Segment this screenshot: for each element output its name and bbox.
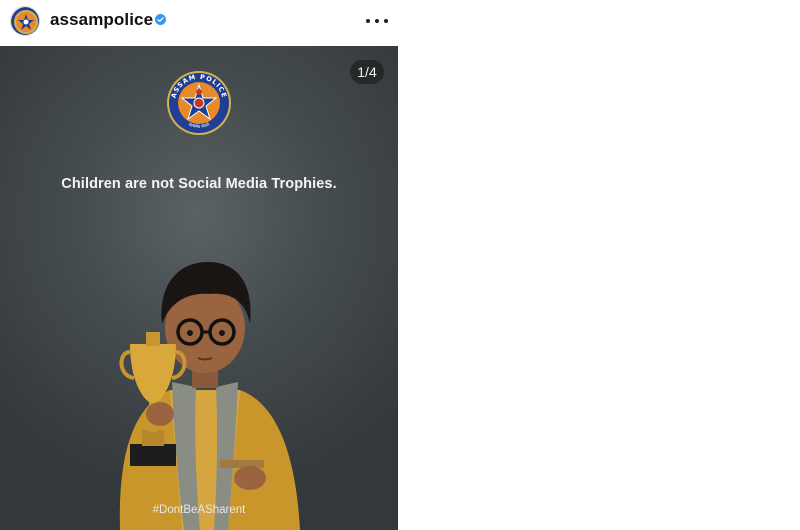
instagram-post: assampolice 1/4 ASSAM POLICE सत्यमेव जयत… <box>0 0 398 530</box>
profile-avatar[interactable] <box>10 6 40 36</box>
post-image[interactable]: 1/4 ASSAM POLICE सत्यमेव जयते Children a… <box>0 46 398 530</box>
post-header: assampolice <box>0 0 398 44</box>
verified-badge-icon <box>155 14 166 25</box>
more-options-icon[interactable] <box>366 11 388 31</box>
username[interactable]: assampolice <box>50 10 153 30</box>
post-headline: Children are not Social Media Trophies. <box>61 176 337 192</box>
carousel-counter: 1/4 <box>350 60 384 84</box>
post-hashtag: #DontBeASharent <box>152 504 246 516</box>
assam-police-logo: ASSAM POLICE सत्यमेव जयते <box>167 71 231 135</box>
child-with-trophy-illustration <box>119 262 300 530</box>
